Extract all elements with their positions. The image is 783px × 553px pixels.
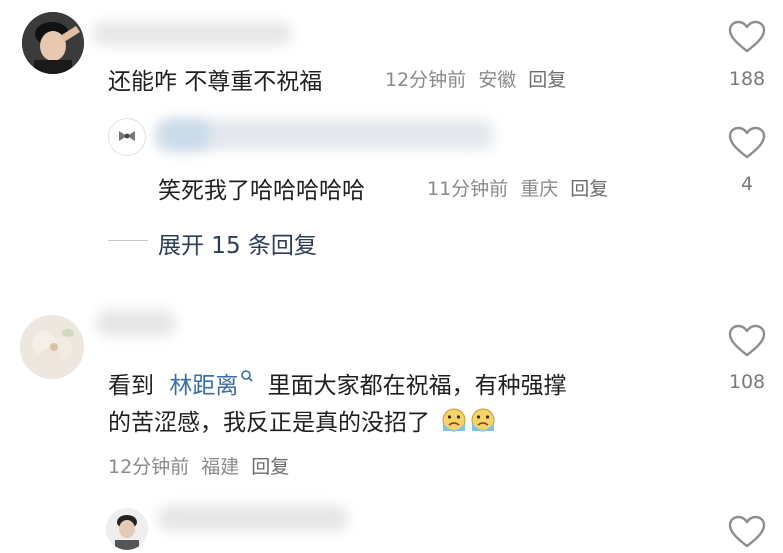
reply-username-blurred-accent <box>160 120 210 150</box>
comment-meta: 12分钟前 福建 回复 <box>108 452 289 479</box>
comment-location: 安徽 <box>478 69 517 91</box>
comment-avatar[interactable] <box>106 508 148 550</box>
comment-text-line1: 看到 林距离 里面大家都在祝福，有种强撑 <box>108 366 567 400</box>
comment-text-after: 里面大家都在祝福，有种强撑 <box>267 373 567 399</box>
username-blurred <box>92 22 292 46</box>
reply-like-count: 4 <box>740 173 754 195</box>
comment-text-line2-content: 的苦涩感，我反正是真的没招了 <box>108 410 430 436</box>
heart-icon <box>728 126 766 159</box>
comment-avatar[interactable] <box>20 315 84 379</box>
comment-location: 福建 <box>201 456 240 478</box>
person-avatar-icon <box>106 508 148 550</box>
like-button[interactable] <box>728 324 766 362</box>
reply-button[interactable]: 回复 <box>528 69 566 91</box>
reply-reply-button[interactable]: 回复 <box>570 178 608 200</box>
like-button[interactable] <box>728 515 766 553</box>
reply-avatar[interactable] <box>108 118 146 156</box>
mention-link[interactable]: 林距离 <box>169 373 238 399</box>
comment-time: 12分钟前 <box>385 69 467 91</box>
reply-like-button[interactable] <box>728 126 766 164</box>
expand-replies-button[interactable]: 展开 15 条回复 <box>158 226 317 260</box>
comment-time: 12分钟前 <box>108 456 190 478</box>
crying-face-emoji-icon <box>469 407 497 435</box>
like-count: 108 <box>728 371 766 393</box>
reply-meta: 11分钟前 重庆 回复 <box>427 174 608 201</box>
flower-avatar-icon <box>20 315 84 379</box>
search-icon <box>241 370 253 382</box>
person-saluting-avatar-icon <box>22 12 84 74</box>
reply-time: 11分钟前 <box>427 178 509 200</box>
username-blurred <box>96 310 176 336</box>
bow-tie-avatar-icon <box>119 131 135 141</box>
expand-divider-line <box>108 240 148 241</box>
crying-face-emoji-icon <box>440 407 468 435</box>
heart-icon <box>728 324 766 357</box>
like-button[interactable] <box>728 20 766 58</box>
heart-icon <box>728 515 766 548</box>
reply-location: 重庆 <box>520 178 559 200</box>
comment-text: 还能咋 不尊重不祝福 <box>108 69 323 95</box>
like-count: 188 <box>728 68 766 90</box>
username-blurred <box>158 505 348 531</box>
reply-button[interactable]: 回复 <box>251 456 289 478</box>
heart-icon <box>728 20 766 53</box>
reply-text: 笑死我了哈哈哈哈哈 <box>158 178 365 204</box>
comment-text-line2: 的苦涩感，我反正是真的没招了 <box>108 403 497 437</box>
comment-avatar[interactable] <box>22 12 84 74</box>
comment-meta: 12分钟前 安徽 回复 <box>385 65 566 92</box>
comment-text-before: 看到 <box>108 373 154 399</box>
